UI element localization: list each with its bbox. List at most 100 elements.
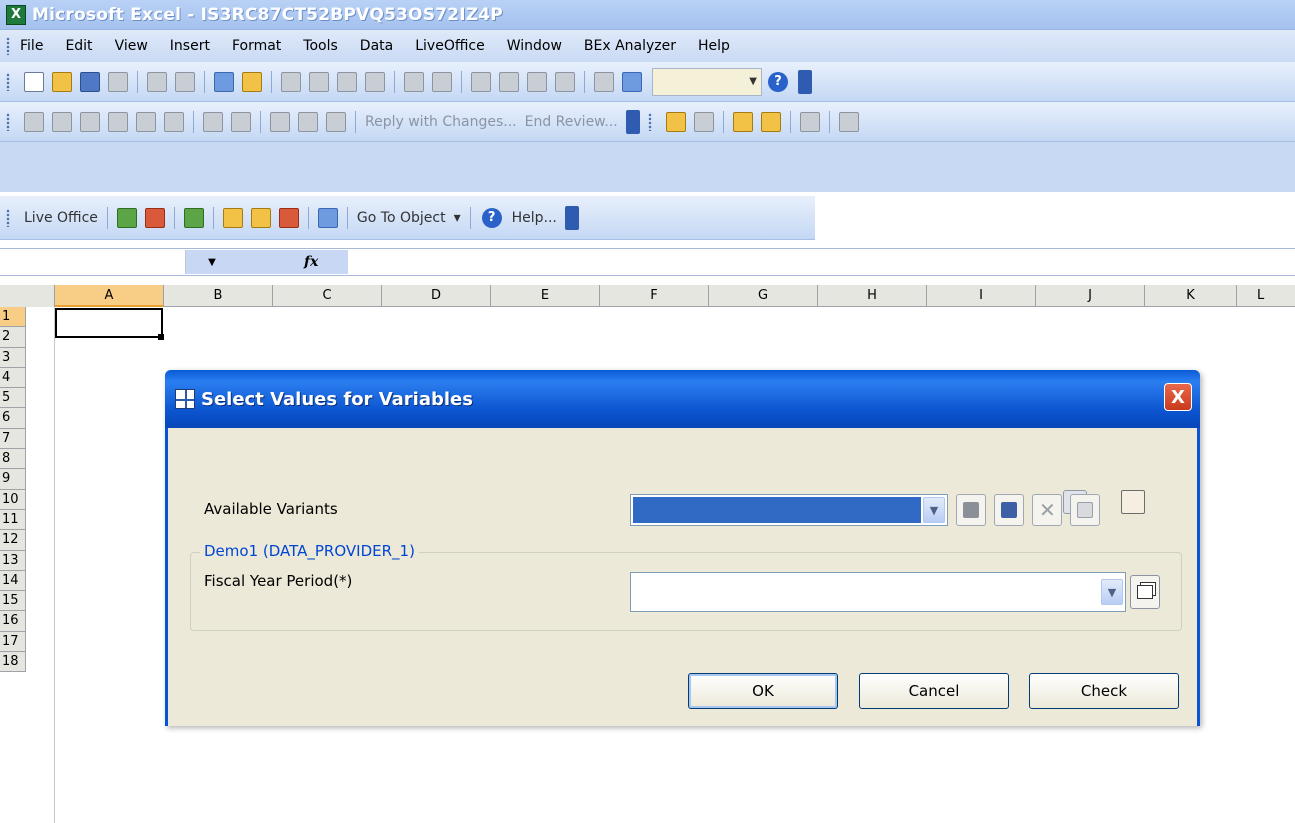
toolbar-overflow-icon[interactable]: [625, 109, 640, 134]
print-preview-icon[interactable]: [175, 71, 195, 92]
column-header-l[interactable]: L: [1237, 285, 1289, 307]
go-to-object-button[interactable]: Go To Object: [357, 210, 446, 226]
fill-handle[interactable]: [158, 334, 164, 340]
menu-format[interactable]: Format: [232, 38, 281, 54]
redo-icon[interactable]: [432, 71, 452, 92]
save-icon[interactable]: [80, 71, 100, 92]
bex-tools-icon[interactable]: [799, 111, 820, 132]
review-icon[interactable]: [80, 111, 100, 132]
save-object-icon[interactable]: [250, 207, 271, 228]
copy-icon[interactable]: [309, 71, 329, 92]
column-header-i[interactable]: I: [927, 285, 1036, 307]
row-header[interactable]: 16: [0, 611, 26, 632]
chart-wizard-icon[interactable]: [594, 71, 614, 92]
available-variants-dropdown[interactable]: ▼: [630, 494, 948, 526]
chevron-down-icon[interactable]: ▼: [1101, 579, 1123, 605]
toolbar-overflow-icon[interactable]: [798, 69, 812, 94]
insert-webi-icon[interactable]: [144, 207, 165, 228]
track-icon[interactable]: [270, 111, 290, 132]
row-header[interactable]: 15: [0, 591, 26, 612]
check-button[interactable]: Check: [1029, 673, 1179, 709]
menu-bex-analyzer[interactable]: BEx Analyzer: [584, 38, 676, 54]
menu-data[interactable]: Data: [360, 38, 393, 54]
new-query-icon[interactable]: [183, 207, 204, 228]
bex-save-icon[interactable]: [693, 111, 714, 132]
paste-icon[interactable]: [337, 71, 357, 92]
row-header[interactable]: 6: [0, 408, 26, 429]
column-header-b[interactable]: B: [164, 285, 273, 307]
menu-help[interactable]: Help: [698, 38, 730, 54]
liveoffice-help-button[interactable]: Help...: [512, 210, 557, 226]
open-object-icon[interactable]: [222, 207, 243, 228]
select-from-list-button[interactable]: [1130, 575, 1160, 609]
toolbar-grip[interactable]: [647, 112, 652, 131]
row-header[interactable]: 14: [0, 570, 26, 592]
new-document-icon[interactable]: [24, 71, 44, 92]
insert-crystal-icon[interactable]: [116, 207, 137, 228]
column-header-d[interactable]: D: [382, 285, 491, 307]
end-review-button[interactable]: End Review...: [525, 114, 618, 130]
bex-refresh-icon[interactable]: [732, 111, 753, 132]
format-painter-icon[interactable]: [365, 71, 385, 92]
track-icon[interactable]: [298, 111, 318, 132]
chevron-down-icon[interactable]: ▾: [454, 210, 461, 226]
save-variant-as-button[interactable]: [994, 494, 1024, 526]
permission-icon[interactable]: [108, 71, 128, 92]
row-header[interactable]: 17: [0, 631, 26, 653]
variant-details-button[interactable]: [1070, 494, 1100, 526]
close-button[interactable]: X: [1164, 383, 1192, 411]
cancel-button[interactable]: Cancel: [859, 673, 1009, 709]
review-icon[interactable]: [24, 111, 44, 132]
track-icon[interactable]: [203, 111, 223, 132]
zoom-combo[interactable]: ▼: [652, 67, 762, 96]
menu-liveoffice[interactable]: LiveOffice: [415, 38, 484, 54]
active-cell-a1[interactable]: [55, 308, 163, 338]
reply-with-changes-button[interactable]: Reply with Changes...: [365, 114, 517, 130]
bex-variables-icon[interactable]: [760, 111, 781, 132]
menu-view[interactable]: View: [115, 38, 148, 54]
sort-ascending-icon[interactable]: [527, 71, 547, 92]
undo-icon[interactable]: [404, 71, 424, 92]
row-header[interactable]: 7: [0, 428, 26, 450]
drawing-icon[interactable]: [622, 71, 642, 92]
menu-tools[interactable]: Tools: [303, 38, 338, 54]
column-header-a[interactable]: A: [55, 285, 164, 307]
print-icon[interactable]: [147, 71, 167, 92]
toolbar-grip[interactable]: [6, 208, 10, 227]
autosum-icon[interactable]: [499, 71, 519, 92]
hyperlink-icon[interactable]: [471, 71, 491, 92]
comment-icon[interactable]: [108, 111, 128, 132]
open-folder-icon[interactable]: [52, 71, 72, 92]
spelling-icon[interactable]: [214, 71, 234, 92]
row-header[interactable]: 8: [0, 449, 26, 470]
formula-input[interactable]: [348, 250, 1295, 274]
track-icon[interactable]: [326, 111, 346, 132]
row-header[interactable]: 4: [0, 367, 26, 389]
row-header[interactable]: 9: [0, 469, 26, 490]
column-header-c[interactable]: C: [273, 285, 382, 307]
column-header-f[interactable]: F: [600, 285, 709, 307]
name-box[interactable]: [0, 250, 186, 274]
menu-file[interactable]: File: [20, 38, 43, 54]
menu-edit[interactable]: Edit: [65, 38, 92, 54]
column-header-h[interactable]: H: [818, 285, 927, 307]
help-icon[interactable]: ?: [768, 71, 788, 92]
menu-insert[interactable]: Insert: [170, 38, 210, 54]
research-icon[interactable]: [242, 71, 262, 92]
cut-icon[interactable]: [281, 71, 301, 92]
fx-icon[interactable]: fx: [238, 250, 348, 274]
ok-button[interactable]: OK: [688, 673, 838, 709]
toolbar-overflow-icon[interactable]: [564, 205, 579, 230]
column-header-e[interactable]: E: [491, 285, 600, 307]
column-header-g[interactable]: G: [709, 285, 818, 307]
row-header[interactable]: 11: [0, 509, 26, 531]
fiscal-year-period-input[interactable]: ▼: [630, 572, 1126, 612]
column-header-k[interactable]: K: [1145, 285, 1237, 307]
row-header[interactable]: 10: [0, 489, 26, 510]
row-header[interactable]: 3: [0, 347, 26, 368]
select-all-corner[interactable]: [0, 285, 55, 307]
refresh-all-icon[interactable]: [317, 207, 338, 228]
chevron-down-icon[interactable]: ▼: [923, 497, 945, 523]
delete-variant-button[interactable]: ✕: [1032, 494, 1062, 526]
help-icon[interactable]: ?: [481, 207, 502, 228]
